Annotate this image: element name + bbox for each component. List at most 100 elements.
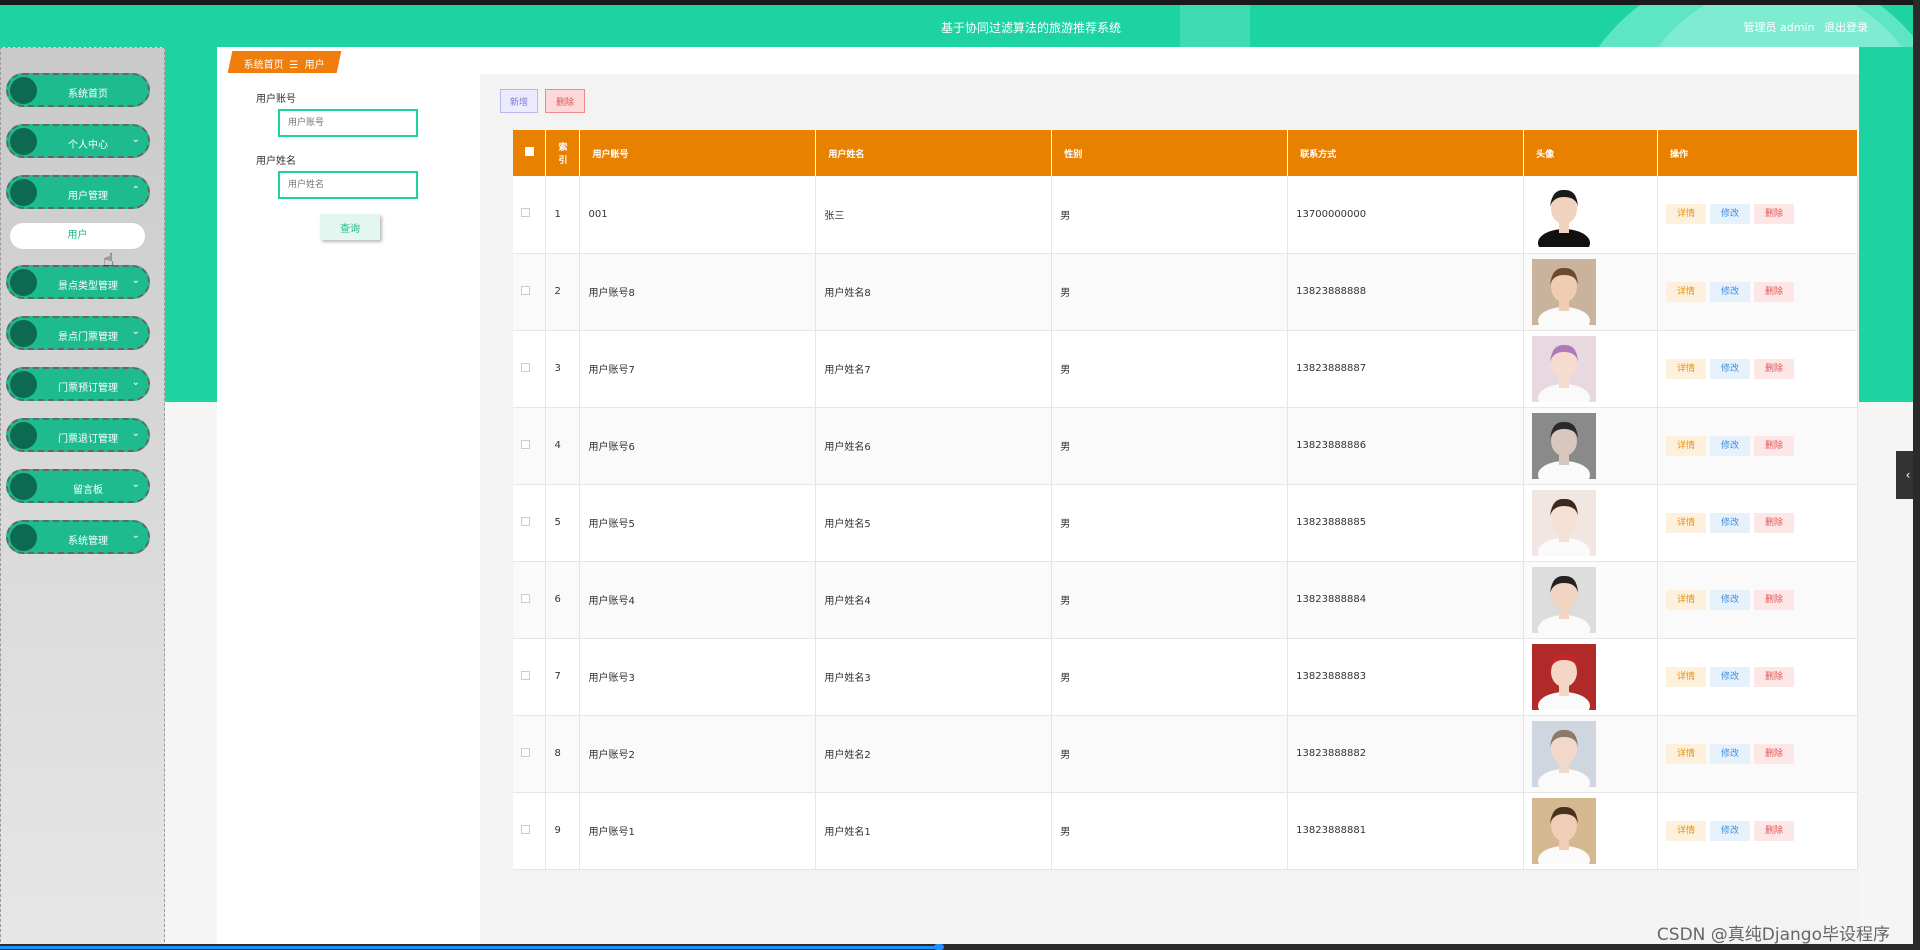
name-search-input[interactable] [278, 171, 418, 199]
column-header: 用户账号 [579, 130, 817, 176]
edit-button[interactable]: 修改 [1710, 589, 1751, 610]
sidebar-item[interactable]: 用户管理 ⌃ [6, 175, 150, 209]
row-checkbox[interactable] [521, 362, 530, 372]
edit-button[interactable]: 修改 [1710, 512, 1751, 533]
edit-button[interactable]: 修改 [1710, 358, 1751, 379]
account-search-input[interactable] [278, 109, 418, 137]
actions-cell: 详情 修改 删除 [1657, 561, 1858, 639]
row-select-cell[interactable] [513, 484, 547, 562]
breadcrumb-home[interactable]: 系统首页 [244, 56, 284, 71]
table-row[interactable]: 3 用户账号7 用户姓名7 男 13823888887 详情 修改 删除 [513, 330, 1858, 408]
detail-button[interactable]: 详情 [1666, 435, 1707, 456]
edit-button[interactable]: 修改 [1710, 281, 1751, 302]
progress-knob[interactable] [934, 944, 944, 950]
column-header: 用户姓名 [815, 130, 1053, 176]
menu-bullet-icon [10, 320, 37, 347]
table-row[interactable]: 6 用户账号4 用户姓名4 男 13823888884 详情 修改 删除 [513, 561, 1858, 639]
row-select-cell[interactable] [513, 561, 547, 639]
detail-button[interactable]: 详情 [1666, 743, 1707, 764]
phone-cell: 13823888886 [1287, 407, 1525, 485]
sidebar-item[interactable]: 景点类型管理 ⌄ [6, 265, 150, 299]
user-avatar [1532, 720, 1597, 787]
user-avatar [1532, 412, 1597, 479]
chevron-icon: ⌄ [131, 377, 140, 388]
row-checkbox[interactable] [521, 670, 530, 680]
row-select-cell[interactable] [513, 176, 547, 254]
delete-button[interactable]: 删除 [1754, 820, 1795, 841]
row-checkbox[interactable] [521, 824, 530, 834]
add-button[interactable]: 新增 [500, 89, 538, 113]
delete-button[interactable]: 删除 [1754, 204, 1795, 225]
edit-button[interactable]: 修改 [1710, 820, 1751, 841]
table-row[interactable]: 4 用户账号6 用户姓名6 男 13823888886 详情 修改 删除 [513, 407, 1858, 485]
user-avatar [1532, 181, 1597, 248]
chevron-icon: ⌄ [131, 326, 140, 337]
sidebar-item[interactable]: 系统首页 [6, 73, 150, 107]
phone-cell: 13823888883 [1287, 638, 1525, 716]
actions-cell: 详情 修改 删除 [1657, 176, 1858, 254]
edit-button[interactable]: 修改 [1710, 666, 1751, 687]
delete-button[interactable]: 删除 [1754, 666, 1795, 687]
video-progress-bar[interactable] [0, 944, 1920, 950]
name-cell: 用户姓名5 [815, 484, 1053, 562]
query-button[interactable]: 查询 [320, 214, 380, 240]
row-select-cell[interactable] [513, 253, 547, 331]
detail-button[interactable]: 详情 [1666, 204, 1707, 225]
table-row[interactable]: 5 用户账号5 用户姓名5 男 13823888885 详情 修改 删除 [513, 484, 1858, 562]
edit-button[interactable]: 修改 [1710, 204, 1751, 225]
delete-button[interactable]: 删除 [1754, 743, 1795, 764]
row-checkbox[interactable] [521, 439, 530, 449]
detail-button[interactable]: 详情 [1666, 820, 1707, 841]
bulk-delete-button[interactable]: 删除 [545, 89, 585, 113]
detail-button[interactable]: 详情 [1666, 358, 1707, 379]
detail-button[interactable]: 详情 [1666, 589, 1707, 610]
row-select-cell[interactable] [513, 330, 547, 408]
sidebar-item-label: 门票退订管理 [58, 434, 118, 445]
delete-button[interactable]: 删除 [1754, 435, 1795, 456]
table-row[interactable]: 9 用户账号1 用户姓名1 男 13823888881 详情 修改 删除 [513, 792, 1858, 870]
row-select-cell[interactable] [513, 638, 547, 716]
actions-cell: 详情 修改 删除 [1657, 407, 1858, 485]
sidebar-item[interactable]: 个人中心 ⌄ [6, 124, 150, 158]
name-cell: 张三 [815, 176, 1053, 254]
sidebar-item[interactable]: 系统管理 ⌄ [6, 520, 150, 554]
row-checkbox[interactable] [521, 516, 530, 526]
row-select-cell[interactable] [513, 792, 547, 870]
sidebar-item[interactable]: 景点门票管理 ⌄ [6, 316, 150, 350]
row-select-cell[interactable] [513, 715, 547, 793]
table-row[interactable]: 2 用户账号8 用户姓名8 男 13823888888 详情 修改 删除 [513, 253, 1858, 331]
detail-button[interactable]: 详情 [1666, 512, 1707, 533]
select-all-checkbox[interactable] [525, 147, 534, 156]
delete-button[interactable]: 删除 [1754, 358, 1795, 379]
edit-button[interactable]: 修改 [1710, 743, 1751, 764]
row-checkbox[interactable] [521, 593, 530, 603]
table-row[interactable]: 8 用户账号2 用户姓名2 男 13823888882 详情 修改 删除 [513, 715, 1858, 793]
detail-button[interactable]: 详情 [1666, 666, 1707, 687]
row-checkbox[interactable] [521, 747, 530, 757]
account-cell: 用户账号2 [579, 715, 817, 793]
table-row[interactable]: 1 001 张三男 13700000000 详情 修改 删除 [513, 176, 1858, 254]
breadcrumb-bar [217, 47, 1859, 74]
sidebar-subitem-user[interactable]: 用户 [10, 223, 145, 249]
table-row[interactable]: 7 用户账号3 用户姓名3 男 13823888883 详情 修改 删除 [513, 638, 1858, 716]
gender-cell: 男 [1051, 561, 1289, 639]
logout-link[interactable]: 退出登录 [1824, 21, 1868, 34]
delete-button[interactable]: 删除 [1754, 589, 1795, 610]
index-cell: 5 [545, 484, 581, 562]
sidebar-item[interactable]: 门票退订管理 ⌄ [6, 418, 150, 452]
user-avatar [1532, 566, 1597, 633]
menu-icon: ☰ [289, 60, 299, 71]
delete-button[interactable]: 删除 [1754, 512, 1795, 533]
row-select-cell[interactable] [513, 407, 547, 485]
sidebar-item-label: 系统管理 [68, 536, 108, 547]
row-checkbox[interactable] [521, 285, 530, 295]
select-all-header[interactable] [513, 130, 547, 176]
sidebar-item[interactable]: 留言板 ⌄ [6, 469, 150, 503]
detail-button[interactable]: 详情 [1666, 281, 1707, 302]
name-cell: 用户姓名4 [815, 561, 1053, 639]
row-checkbox[interactable] [521, 208, 530, 218]
gender-cell: 男 [1051, 484, 1289, 562]
edit-button[interactable]: 修改 [1710, 435, 1751, 456]
delete-button[interactable]: 删除 [1754, 281, 1795, 302]
sidebar-item[interactable]: 门票预订管理 ⌄ [6, 367, 150, 401]
